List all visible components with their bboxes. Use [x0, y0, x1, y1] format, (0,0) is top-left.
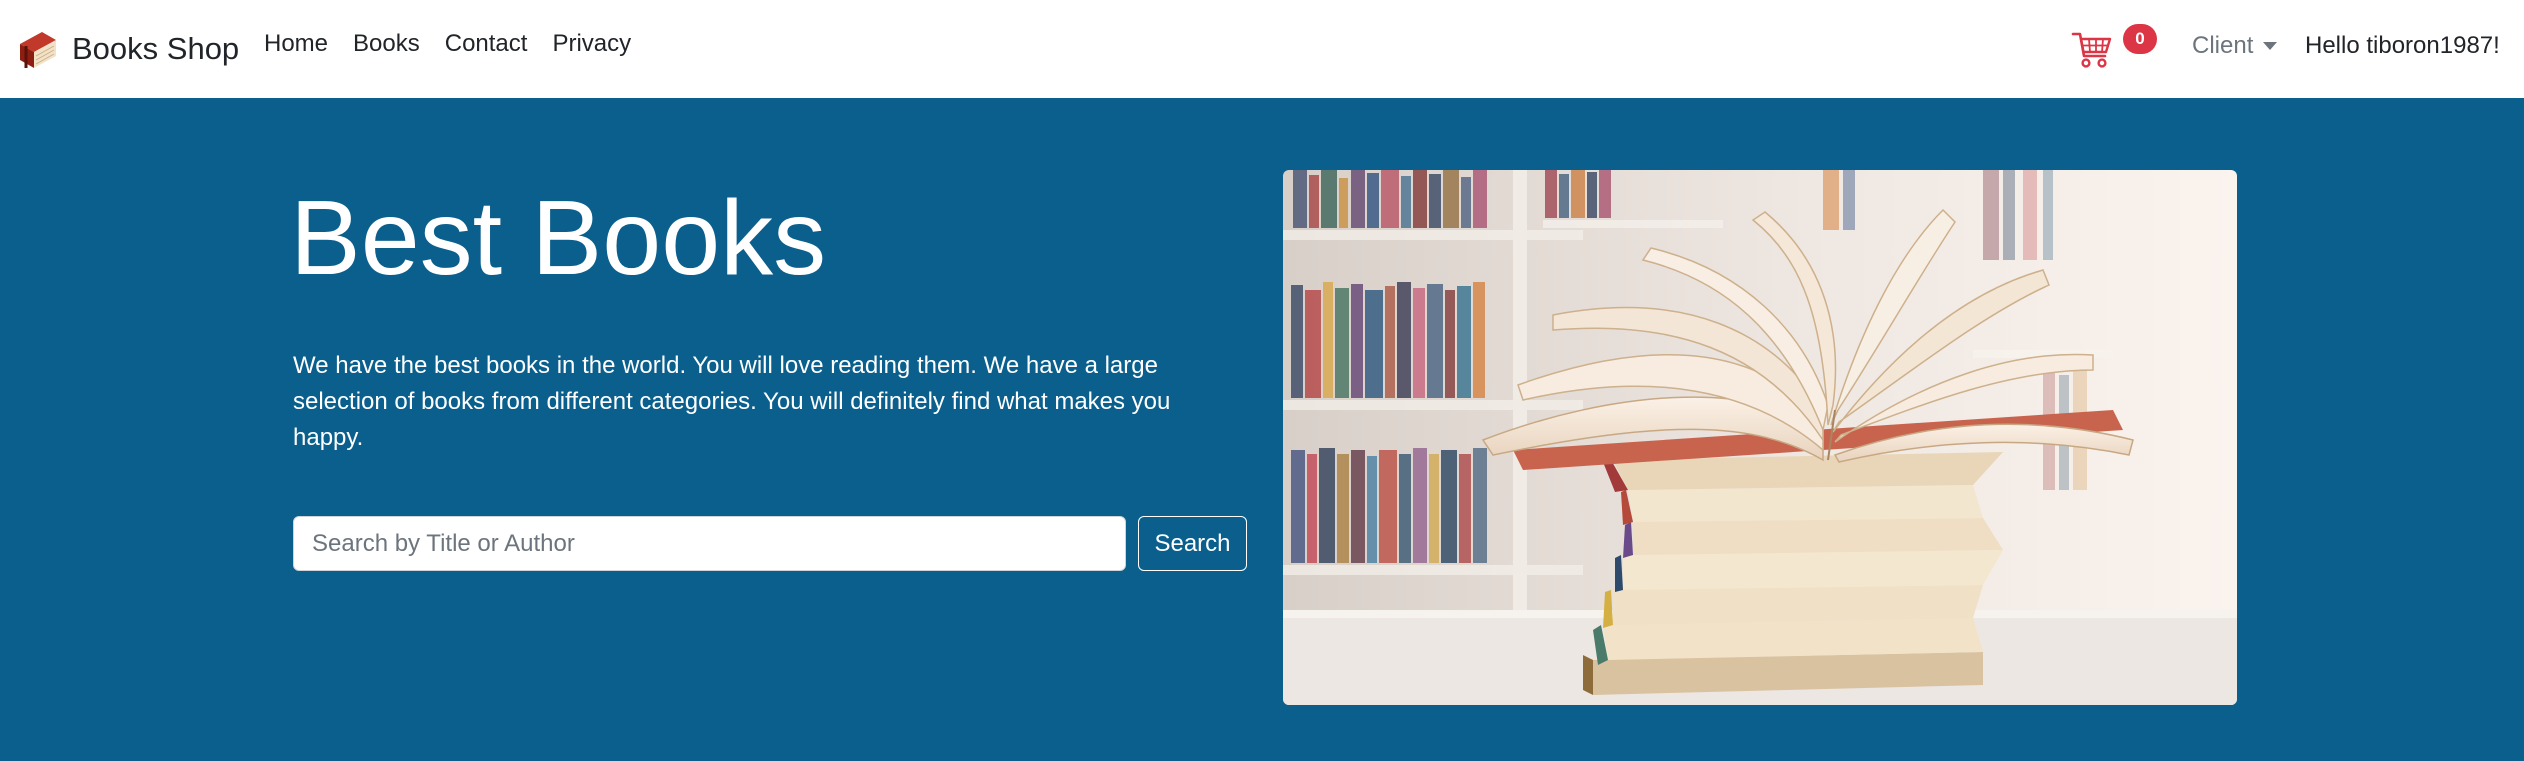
search-form: Search	[293, 516, 1247, 571]
brand-link[interactable]: Books Shop	[12, 24, 239, 74]
nav-books-link[interactable]: Books	[353, 30, 420, 58]
top-navbar: Books Shop Home Books Contact Privacy 0 …	[0, 0, 2524, 98]
cart-count-badge: 0	[2123, 24, 2157, 54]
hero-section: Best Books We have the best books in the…	[0, 98, 2524, 761]
brand-name: Books Shop	[72, 31, 240, 66]
hero-description: We have the best books in the world. You…	[293, 352, 1171, 451]
nav-home-link[interactable]: Home	[264, 30, 328, 58]
chevron-down-icon	[2263, 42, 2278, 50]
client-dropdown[interactable]: Client	[2192, 32, 2278, 60]
cart-button[interactable]: 0	[2071, 24, 2157, 76]
shopping-cart-icon	[2071, 32, 2112, 68]
books-illustration	[1283, 170, 2237, 705]
search-button[interactable]: Search	[1138, 516, 1247, 571]
nav-privacy-link[interactable]: Privacy	[552, 30, 631, 58]
hero-image	[1283, 170, 2237, 705]
client-dropdown-label: Client	[2192, 32, 2254, 59]
hero-title: Best Books	[290, 179, 827, 297]
nav-contact-link[interactable]: Contact	[445, 30, 528, 58]
search-input[interactable]	[293, 516, 1126, 571]
user-greeting: Hello tiboron1987!	[2305, 32, 2500, 59]
main-nav: Home Books Contact Privacy	[264, 30, 656, 58]
book-icon	[20, 32, 56, 68]
